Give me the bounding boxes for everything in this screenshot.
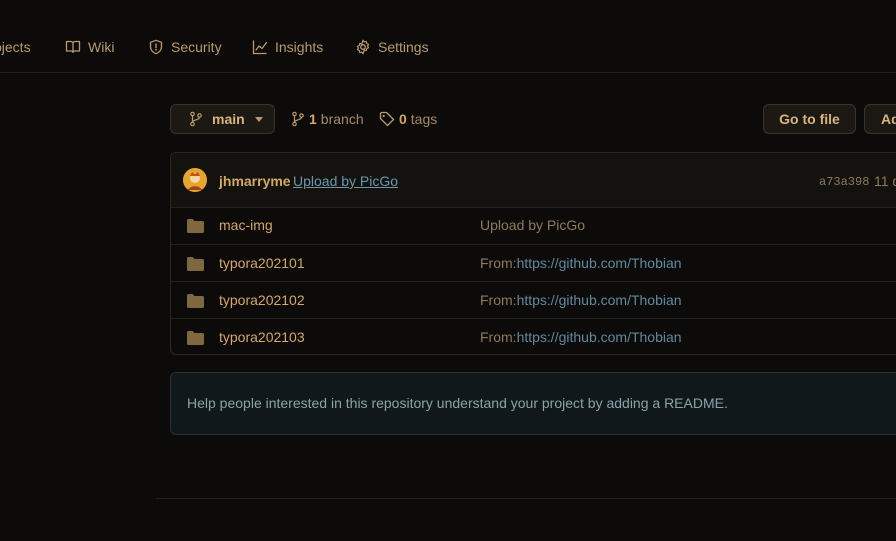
folder-icon [187,294,204,308]
go-to-file-label: Go to file [779,111,840,127]
table-row[interactable]: typora202102 From:https://github.com/Tho… [171,281,896,319]
tags-word: tags [410,111,438,127]
commit-message-link[interactable]: Upload by PicGo [293,173,398,189]
folder-icon [187,257,204,271]
file-commit-prefix: Upload by PicGo [480,217,586,233]
tab-settings-label: Settings [378,39,429,55]
avatar[interactable] [183,168,207,192]
graph-icon [252,40,268,55]
tags-count: 0 [399,111,407,127]
tab-settings[interactable]: Settings [355,36,429,58]
tab-wiki-label: Wiki [88,39,115,55]
file-commit-link[interactable]: https://github.com/Thobian [517,329,682,345]
table-row[interactable]: mac-img Upload by PicGo [171,207,896,244]
go-to-file-button[interactable]: Go to file [763,104,856,134]
branch-name: main [212,111,245,127]
tag-icon [379,111,395,127]
add-file-button[interactable]: Ad [864,104,896,134]
git-branch-icon [292,111,304,127]
tab-security[interactable]: Security [148,36,222,58]
branch-select-button[interactable]: main [170,104,275,134]
branch-word: branch [320,111,364,127]
commit-hash[interactable]: a73a398 [819,175,869,189]
shield-icon [149,39,163,55]
file-commit-prefix: From: [480,292,517,308]
tab-projects-label: ojects [0,39,31,55]
divider [156,498,896,499]
file-commit-message[interactable]: Upload by PicGo [480,217,585,233]
tab-wiki[interactable]: Wiki [65,36,114,58]
branches-link[interactable]: 1 branch [291,108,364,130]
readme-hint-text[interactable]: Help people interested in this repositor… [187,395,728,411]
file-commit-message[interactable]: From:https://github.com/Thobian [480,292,682,308]
add-file-label: Ad [881,111,896,127]
git-branch-icon [190,111,202,127]
table-row[interactable]: typora202101 From:https://github.com/Tho… [171,244,896,282]
tab-security-label: Security [171,39,222,55]
file-commit-prefix: From: [480,255,517,271]
file-browser: jhmarryme Upload by PicGo a73a398 11 d m… [170,152,896,355]
tags-link[interactable]: 0 tags [379,108,437,130]
readme-hint-box: Help people interested in this repositor… [170,372,896,435]
file-name[interactable]: mac-img [219,217,273,233]
file-commit-prefix: From: [480,329,517,345]
latest-commit-bar: jhmarryme Upload by PicGo a73a398 11 d [171,153,896,208]
commit-author[interactable]: jhmarryme [219,173,291,189]
repo-nav: ojects Wiki Security Insights Settings [0,0,896,73]
folder-icon [187,219,204,233]
chevron-down-icon [254,116,263,122]
tab-projects[interactable]: ojects [0,36,31,58]
folder-icon [187,331,204,345]
file-commit-link[interactable]: https://github.com/Thobian [517,292,682,308]
commit-time: 11 d [874,173,896,189]
file-commit-message[interactable]: From:https://github.com/Thobian [480,255,682,271]
file-name[interactable]: typora202103 [219,329,305,345]
file-name[interactable]: typora202102 [219,292,305,308]
avatar-image-icon [183,168,207,192]
gear-icon [356,39,370,55]
table-row[interactable]: typora202103 From:https://github.com/Tho… [171,318,896,354]
file-name[interactable]: typora202101 [219,255,305,271]
book-icon [65,40,81,54]
file-commit-link[interactable]: https://github.com/Thobian [517,255,682,271]
tab-insights[interactable]: Insights [252,36,323,58]
file-commit-message[interactable]: From:https://github.com/Thobian [480,329,682,345]
branch-count: 1 [309,111,317,127]
tab-insights-label: Insights [275,39,324,55]
